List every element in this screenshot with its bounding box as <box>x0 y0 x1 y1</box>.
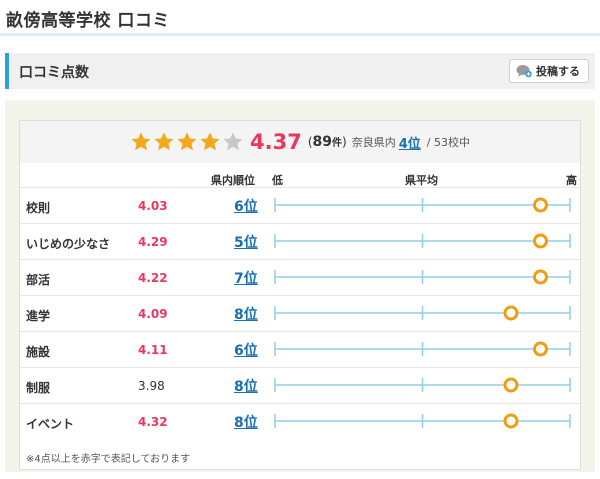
category-rank-link[interactable]: 8位 <box>234 412 258 432</box>
comparison-bar <box>274 341 571 357</box>
category-label: 部活 <box>26 273 51 287</box>
prefecture-rank-link[interactable]: 4位 <box>399 133 421 152</box>
column-header-low: 低 <box>272 174 283 187</box>
category-rank-link[interactable]: 5位 <box>234 232 258 252</box>
title-divider <box>0 33 600 36</box>
review-count-number: 89 <box>312 134 333 150</box>
summary-row: 4.37 (89件) 奈良県内 4位 / 53校中 <box>20 121 580 163</box>
score-marker-icon <box>503 305 519 321</box>
category-score: 4.11 <box>138 343 168 357</box>
section-header: 口コミ点数 投稿する <box>5 53 595 89</box>
score-marker-icon <box>533 269 548 285</box>
star-rating <box>130 131 244 153</box>
post-button-label: 投稿する <box>536 65 580 78</box>
review-count: (89件) <box>307 134 347 150</box>
score-marker-icon <box>503 377 519 393</box>
category-row: イベント 4.32 8位 <box>20 403 580 439</box>
review-panel: 4.37 (89件) 奈良県内 4位 / 53校中 県内順位 低 県平均 高 校… <box>5 100 595 472</box>
category-row: 部活 4.22 7位 <box>20 259 580 295</box>
column-header-rank: 県内順位 <box>211 174 255 187</box>
score-marker-icon <box>533 197 548 213</box>
star-empty-icon <box>223 132 243 151</box>
comparison-bar <box>274 377 571 393</box>
overall-score: 4.37 <box>250 130 302 154</box>
star-filled-icon <box>200 132 220 151</box>
post-button[interactable]: 投稿する <box>509 59 589 83</box>
comparison-bar <box>274 233 571 249</box>
comparison-bar <box>274 197 571 213</box>
category-row: 制服 3.98 8位 <box>20 367 580 403</box>
review-table: 4.37 (89件) 奈良県内 4位 / 53校中 県内順位 低 県平均 高 校… <box>19 120 581 470</box>
page-title: 畝傍高等学校 口コミ <box>6 11 170 31</box>
category-row: 校則 4.03 6位 <box>20 187 580 223</box>
star-filled-icon <box>177 132 197 151</box>
review-count-unit: 件 <box>332 138 343 149</box>
category-rank-link[interactable]: 6位 <box>234 196 258 216</box>
category-rank-link[interactable]: 8位 <box>234 376 258 396</box>
star-filled-icon <box>154 132 174 151</box>
category-rank-link[interactable]: 8位 <box>234 304 258 324</box>
category-score: 4.22 <box>138 271 168 285</box>
category-row: 施設 4.11 6位 <box>20 331 580 367</box>
score-marker-icon <box>533 341 548 357</box>
category-rank-link[interactable]: 7位 <box>234 268 258 288</box>
comparison-bar <box>274 305 571 321</box>
speech-bubble-plus-icon <box>516 64 532 78</box>
category-label: 施設 <box>26 345 51 359</box>
category-label: 制服 <box>26 381 51 395</box>
section-title: 口コミ点数 <box>19 65 89 81</box>
category-rank-link[interactable]: 6位 <box>234 340 258 360</box>
category-score: 4.09 <box>138 307 168 321</box>
category-label: いじめの少なさ <box>26 237 111 251</box>
star-filled-icon <box>131 132 151 151</box>
score-marker-icon <box>503 413 519 429</box>
school-total: / 53校中 <box>426 136 470 149</box>
prefecture-label: 奈良県内 <box>351 136 396 149</box>
category-label: 校則 <box>26 201 51 215</box>
footnote: ※4点以上を赤字で表記しております <box>26 454 191 465</box>
column-header-high: 高 <box>566 174 577 187</box>
score-marker-icon <box>533 233 548 249</box>
comparison-bar <box>274 413 571 429</box>
category-score: 4.29 <box>138 235 168 249</box>
column-header-average: 県平均 <box>405 174 438 187</box>
category-score: 3.98 <box>138 379 165 393</box>
category-score: 4.03 <box>138 199 168 213</box>
category-label: 進学 <box>26 309 51 323</box>
category-row: 進学 4.09 8位 <box>20 295 580 331</box>
category-score: 4.32 <box>138 415 168 429</box>
category-row: いじめの少なさ 4.29 5位 <box>20 223 580 259</box>
comparison-bar <box>274 269 571 285</box>
category-label: イベント <box>26 417 75 431</box>
